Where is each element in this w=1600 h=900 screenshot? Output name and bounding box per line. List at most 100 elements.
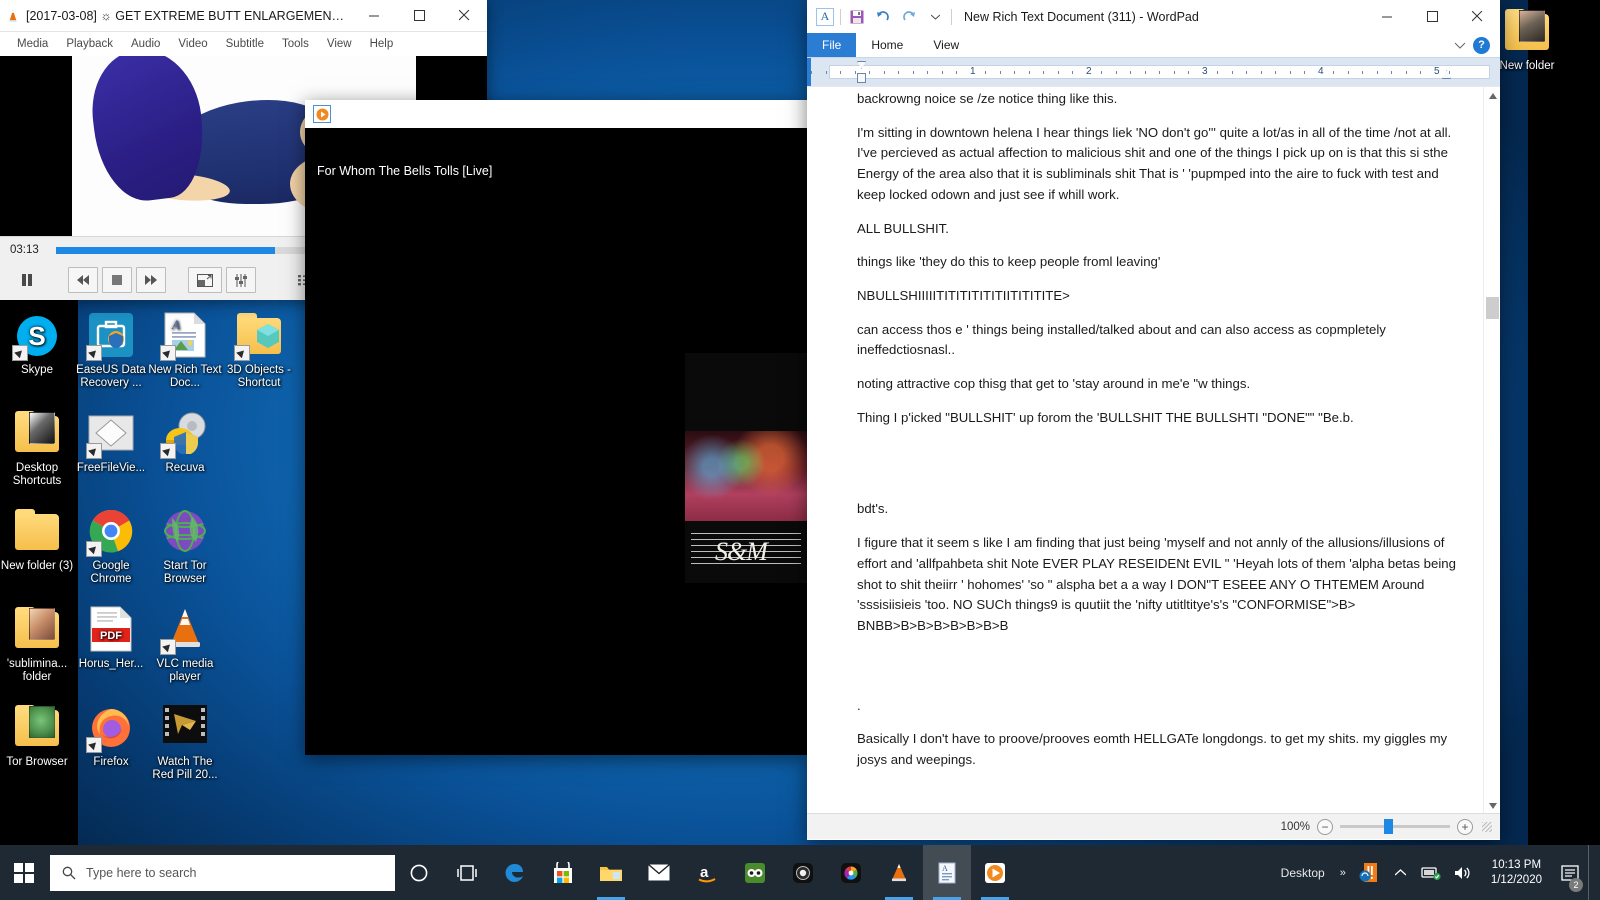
tab-home[interactable]: Home [856,33,918,57]
mail-button[interactable] [635,845,683,900]
network-icon[interactable] [1417,845,1445,900]
chevron-down-icon[interactable] [925,7,945,27]
vlc-menu-playback[interactable]: Playback [57,35,122,53]
zoom-in-button[interactable]: + [1457,818,1473,835]
save-icon[interactable] [847,7,867,27]
tripadvisor-button[interactable] [731,845,779,900]
start-button[interactable] [0,845,48,900]
scroll-down-button[interactable] [1484,797,1500,813]
tab-file[interactable]: File [807,33,857,57]
cortana-button[interactable] [395,845,443,900]
scroll-up-button[interactable] [1484,87,1500,104]
svg-text:PDF: PDF [100,630,122,642]
redo-icon[interactable] [899,7,919,27]
desktop-icon-firefox[interactable]: Firefox [74,704,148,769]
desktop-icon-start-tor-browser[interactable]: Start Tor Browser [148,508,222,586]
resize-grip[interactable] [1482,821,1492,832]
desktop-icon-sublimina-folder[interactable]: 'sublimina... folder [0,606,74,684]
tab-view[interactable]: View [918,33,974,57]
vlc-next-button[interactable] [136,267,166,293]
media-player-taskbar-button[interactable] [971,845,1019,900]
desktop-icon-tor-browser[interactable]: Tor Browser [0,704,74,769]
desktop-icon-google-chrome[interactable]: Google Chrome [74,508,148,586]
scrollbar-thumb[interactable] [1486,297,1499,319]
search-input[interactable]: Type here to search [50,854,395,891]
wordpad-taskbar-button[interactable]: A [923,845,971,900]
desktop-icon-freefilevie[interactable]: FreeFileVie... [74,410,148,475]
document-scrollbar[interactable] [1483,87,1500,813]
app-button-1[interactable] [779,845,827,900]
vlc-minimize-button[interactable] [352,0,397,32]
left-indent-marker[interactable] [857,73,866,83]
document-paragraph: . [857,697,861,713]
ruler-tick [1260,71,1262,74]
zoom-slider[interactable] [1340,819,1450,834]
vlc-window-buttons [352,0,487,32]
desktop-icon-label: 3D Objects - Shortcut [227,364,291,389]
zoom-slider-thumb[interactable] [1384,819,1394,834]
app-button-2[interactable] [827,845,875,900]
vlc-pause-button[interactable] [8,265,46,295]
desktop-icon-3d-objects-shortcut[interactable]: 3D Objects - Shortcut [222,312,296,390]
desktop-icon-horus-her[interactable]: PDF Horus_Her... [74,606,148,671]
show-desktop-button[interactable] [1588,845,1596,900]
ruler-tick [912,71,914,74]
desktop-icon-watch-the-red-pill-20[interactable]: Watch The Red Pill 20... [148,704,222,782]
desktop-icon-new-folder-3[interactable]: New folder (3) [0,508,74,573]
desktop-icon-vlc-media-player[interactable]: VLC media player [148,606,222,684]
desktop-icon-desktop-shortcuts[interactable]: Desktop Shortcuts [0,410,74,488]
media-player-titlebar[interactable] [305,100,807,128]
microsoft-store-button[interactable] [539,845,587,900]
wordpad-window-buttons [1365,1,1500,33]
help-icon[interactable]: ? [1473,36,1490,54]
task-view-button[interactable] [443,845,491,900]
vlc-menu-subtitle[interactable]: Subtitle [217,35,273,53]
vlc-menu-view[interactable]: View [318,35,361,53]
desktop-icon-skype[interactable]: S Skype [0,312,74,377]
now-playing-title: For Whom The Bells Tolls [Live] [317,164,493,178]
vlc-menu-audio[interactable]: Audio [122,35,169,53]
wordpad-minimize-button[interactable] [1365,1,1410,33]
orange-app-icon[interactable] [1355,845,1385,900]
document-text[interactable]: backrowng noice se /ze notice thing like… [857,89,1458,784]
vlc-menu-video[interactable]: Video [169,35,216,53]
media-player-content[interactable]: For Whom The Bells Tolls [Live] S&M [305,128,807,755]
wordpad-close-button[interactable] [1455,1,1500,33]
vlc-titlebar[interactable]: [2017-03-08] ☼ GET EXTREME BUTT ENLARGEM… [0,0,487,32]
vlc-stop-button[interactable] [102,267,132,293]
desktop-icon-easeus-data-recovery[interactable]: EaseUS Data Recovery ... [74,312,148,390]
desktop-icon-new-folder-top-right[interactable]: New folder [1490,8,1564,73]
vlc-fullscreen-button[interactable] [188,267,222,293]
folder-thumbnail [29,608,55,640]
wordpad-maximize-button[interactable] [1410,1,1455,33]
wordpad-ruler[interactable]: 1 2 3 4 5 [807,58,1500,86]
wordpad-titlebar[interactable]: A New Rich Text Document (311) - WordPad [807,0,1500,33]
desktop-icon-new-rich-text-doc[interactable]: A New Rich Text Doc... [148,312,222,390]
file-explorer-button[interactable] [587,845,635,900]
wordpad-document-area[interactable]: backrowng noice se /ze notice thing like… [807,86,1500,813]
album-art-photo [685,431,807,521]
vlc-menu-tools[interactable]: Tools [273,35,318,53]
minimize-ribbon-button[interactable] [1454,36,1466,54]
ruler-scale[interactable]: 1 2 3 4 5 [811,58,1500,86]
tray-overflow-label[interactable]: » [1335,867,1351,879]
show-hidden-icons-button[interactable] [1389,845,1413,900]
vlc-extended-settings-button[interactable] [226,267,256,293]
action-center-button[interactable]: 2 [1556,845,1584,900]
desktop-icon-recuva[interactable]: Recuva [148,410,222,475]
vlc-menu-help[interactable]: Help [361,35,403,53]
wordpad-window[interactable]: A New Rich Text Document (311) - WordPad… [807,0,1500,840]
vlc-previous-button[interactable] [68,267,98,293]
desktop-peek-label[interactable]: Desktop [1275,866,1331,880]
amazon-button[interactable]: a [683,845,731,900]
undo-icon[interactable] [873,7,893,27]
vlc-menu-media[interactable]: Media [8,35,57,53]
vlc-taskbar-button[interactable] [875,845,923,900]
volume-icon[interactable] [1449,845,1477,900]
edge-button[interactable] [491,845,539,900]
zoom-out-button[interactable]: − [1317,818,1333,835]
vlc-close-button[interactable] [442,0,487,32]
media-player-window[interactable]: For Whom The Bells Tolls [Live] S&M [305,100,807,755]
vlc-maximize-button[interactable] [397,0,442,32]
clock[interactable]: 10:13 PM 1/12/2020 [1481,845,1552,900]
